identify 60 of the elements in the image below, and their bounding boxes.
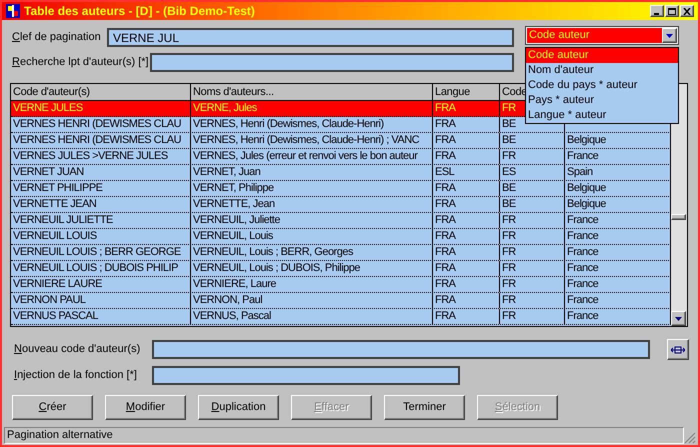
field-label: Clef de pagination [12, 30, 102, 46]
table-cell: FRA [433, 181, 500, 196]
table-cell: VERNEUIL LOUIS ; DUBOIS PHILIP [11, 261, 191, 276]
table-cell: FR [500, 149, 565, 164]
table-cell: ESL [433, 165, 500, 180]
field-label: Nouveau code d'auteur(s) [14, 342, 142, 358]
field-label: Recherche lpt d'auteur(s) [*] [12, 55, 150, 70]
table-cell: FRA [433, 261, 500, 276]
table-cell: VERNES JULES >VERNE JULES [11, 149, 191, 164]
table-cell: FRA [433, 277, 500, 292]
field-label: Injection de la fonction [*] [14, 368, 138, 384]
table-cell: VERNIERE LAURE [11, 277, 191, 292]
table-cell: VERNET, Juan [191, 165, 433, 180]
table-cell: FR [500, 261, 565, 276]
table-cell: FRA [433, 149, 500, 164]
table-cell: FR [500, 229, 565, 244]
table-cell: VERNET JUAN [11, 165, 191, 180]
table-cell: VERNES, Henri (Dewismes, Claude-Henri) ; VANC [191, 133, 433, 148]
table-cell: VERNEUIL, Louis [191, 229, 433, 244]
table-cell: VERNUS PASCAL [11, 309, 191, 324]
table-cell: VERNES, Jules (erreur et renvoi vers le bon auteur [191, 149, 433, 164]
table-cell: FRA [433, 213, 500, 228]
table-cell: VERNEUIL, Juliette [191, 213, 433, 228]
table-cell: BE [500, 181, 565, 196]
table-cell: VERNETTE JEAN [11, 197, 191, 212]
table-cell: FRA [433, 101, 500, 116]
table-cell: VERNON PAUL [11, 293, 191, 308]
window-title: Table des auteurs - [D] - (Bib Demo-Test) [24, 3, 255, 20]
table-cell: FRA [433, 133, 500, 148]
table-cell: VERNEUIL LOUIS [11, 229, 191, 244]
table-cell: FR [500, 309, 565, 324]
table-cell: VERNET, Philippe [191, 181, 433, 196]
table-cell: VERNES HENRI (DEWISMES CLAU [11, 133, 191, 148]
table-cell: FRA [433, 293, 500, 308]
table-cell: FRA [433, 197, 500, 212]
table-cell: ES [500, 165, 565, 180]
table-cell: VERNON, Paul [191, 293, 433, 308]
table-cell: VERNE JULES [11, 101, 191, 116]
table-cell: VERNETTE, Jean [191, 197, 433, 212]
table-cell: FRA [433, 117, 500, 132]
table-cell: FR [500, 293, 565, 308]
table-cell: VERNEUIL JULIETTE [11, 213, 191, 228]
table-cell: VERNES, Henri (Dewismes, Claude-Henri) [191, 117, 433, 132]
table-cell: VERNIERE, Laure [191, 277, 433, 292]
table-cell: VERNEUIL, Louis ; BERR, Georges [191, 245, 433, 260]
table-cell: BE [500, 133, 565, 148]
table-cell: BE [500, 197, 565, 212]
table-cell: FR [500, 277, 565, 292]
table-cell: FRA [433, 229, 500, 244]
table-cell: FRA [433, 245, 500, 260]
table-cell: FRA [433, 309, 500, 324]
status-bar: Pagination alternative [4, 427, 684, 444]
table-cell: VERNET PHILIPPE [11, 181, 191, 196]
table-cell: FR [500, 213, 565, 228]
table-cell: VERNUS, Pascal [191, 309, 433, 324]
table-cell: VERNEUIL, Louis ; DUBOIS, Philippe [191, 261, 433, 276]
table-cell: VERNES HENRI (DEWISMES CLAU [11, 117, 191, 132]
table-cell: VERNEUIL LOUIS ; BERR GEORGE [11, 245, 191, 260]
table-cell: FR [500, 245, 565, 260]
table-cell: VERNE, Jules [191, 101, 433, 116]
